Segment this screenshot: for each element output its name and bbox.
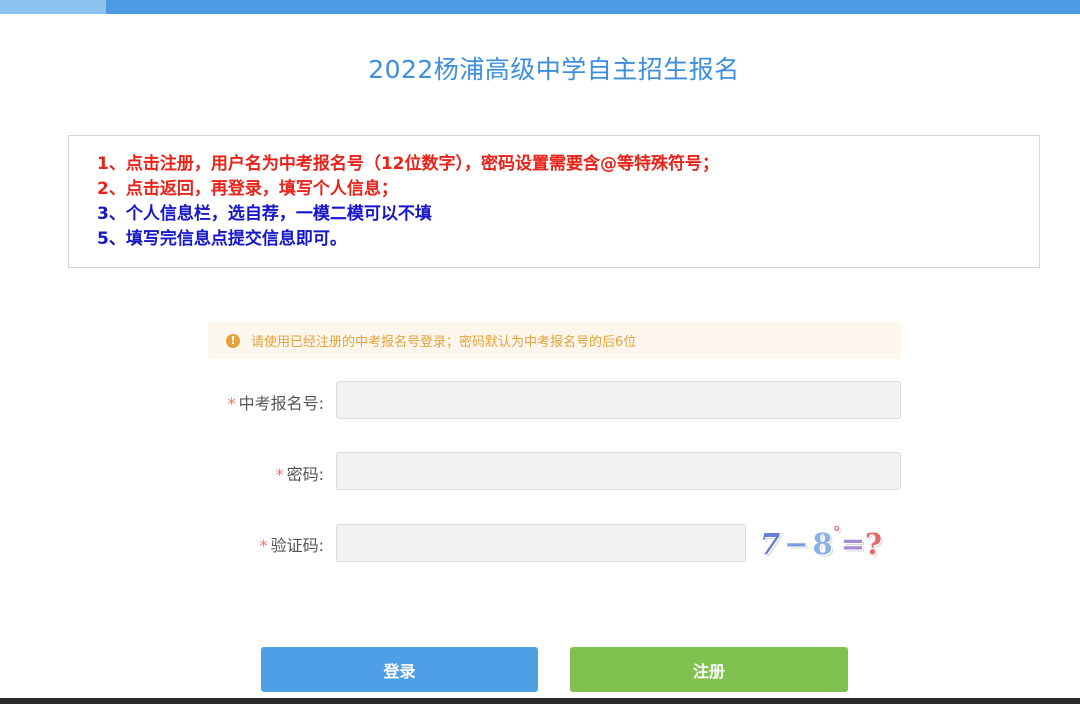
warning-circle-icon: ! xyxy=(226,333,240,348)
login-hint-alert: ! 请使用已经注册的中考报名号登录；密码默认为中考报名号的后6位 xyxy=(208,322,901,359)
register-button[interactable]: 注册 xyxy=(570,647,848,692)
top-bar-highlight xyxy=(0,0,106,14)
captcha-label: * 验证码: xyxy=(0,532,324,556)
password-label: * 密码: xyxy=(0,461,324,485)
required-mark: * xyxy=(259,536,268,555)
page-title: 2022杨浦高级中学自主招生报名 xyxy=(368,55,740,84)
exam-number-label-text: 中考报名号: xyxy=(238,394,324,413)
top-bar xyxy=(0,0,1080,14)
password-label-text: 密码: xyxy=(286,465,324,484)
captcha-char: − xyxy=(784,527,809,561)
exam-number-input[interactable] xyxy=(336,381,901,419)
notice-box: 1、点击注册，用户名为中考报名号（12位数字），密码设置需要含@等特殊符号； 2… xyxy=(68,135,1040,268)
notice-line-1: 1、点击注册，用户名为中考报名号（12位数字），密码设置需要含@等特殊符号； xyxy=(97,154,719,174)
captcha-char: ° xyxy=(832,522,841,542)
captcha-image[interactable]: 7 − 8 ° = ? xyxy=(760,522,900,564)
captcha-input[interactable] xyxy=(336,524,746,562)
captcha-char: = xyxy=(840,527,865,561)
captcha-char: 8 xyxy=(812,527,833,561)
captcha-char: 7 xyxy=(760,527,781,561)
captcha-label-text: 验证码: xyxy=(270,536,324,555)
required-mark: * xyxy=(227,394,236,413)
bottom-bar xyxy=(0,698,1080,704)
alert-text: 请使用已经注册的中考报名号登录；密码默认为中考报名号的后6位 xyxy=(251,335,637,350)
exam-number-label: * 中考报名号: xyxy=(0,390,324,414)
password-input[interactable] xyxy=(336,452,901,490)
notice-line-2: 2、点击返回，再登录，填写个人信息； xyxy=(97,179,398,199)
notice-line-3: 3、个人信息栏，选自荐，一模二模可以不填 xyxy=(97,204,432,224)
required-mark: * xyxy=(275,465,284,484)
captcha-char: ? xyxy=(865,527,882,561)
notice-line-4: 5、填写完信息点提交信息即可。 xyxy=(97,229,347,249)
login-button[interactable]: 登录 xyxy=(261,647,538,692)
